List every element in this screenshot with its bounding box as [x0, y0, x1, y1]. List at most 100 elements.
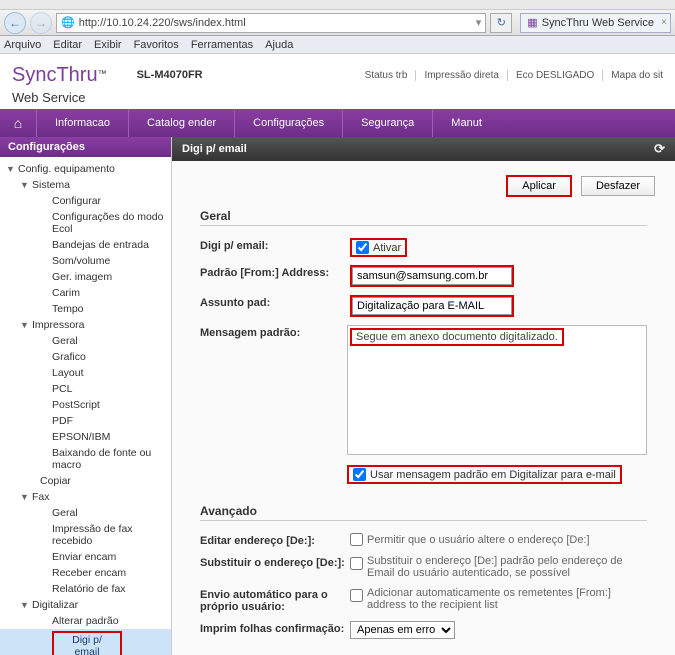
ativar-checkbox-wrap[interactable]: Ativar [356, 241, 401, 254]
tree-fax-geral[interactable]: Geral [0, 505, 171, 521]
assunto-label: Assunto pad: [200, 295, 350, 309]
sidebar-title: Configurações [0, 137, 171, 157]
undo-button[interactable]: Desfazer [581, 176, 655, 196]
tree-pcl[interactable]: PCL [0, 381, 171, 397]
forward-button[interactable]: → [30, 12, 52, 34]
tree-digitalizar[interactable]: ▼Digitalizar [0, 597, 171, 613]
logo-subtitle: Web Service [12, 90, 85, 105]
nav-home[interactable]: ⌂ [0, 109, 36, 137]
nav-config[interactable]: Configurações [234, 109, 342, 137]
addr-dropdown-icon[interactable]: ▾ [476, 16, 482, 29]
config-tree: ▼Config. equipamento ▼Sistema Configurar… [0, 157, 171, 655]
link-status[interactable]: Status trb [357, 70, 408, 81]
tab-favicon: ▦ [527, 16, 537, 29]
browser-toolbar: ← → 🌐 http://10.10.24.220/sws/index.html… [0, 10, 675, 36]
from-label: Padrão [From:] Address: [200, 265, 350, 279]
link-eco[interactable]: Eco DESLIGADO [507, 70, 594, 81]
subst-addr-checkbox[interactable] [350, 557, 363, 570]
tree-fax-recv[interactable]: Receber encam [0, 565, 171, 581]
tree-geral[interactable]: Geral [0, 333, 171, 349]
msg-textarea[interactable]: Segue em anexo documento digitalizado. [347, 325, 647, 455]
assunto-input[interactable] [352, 297, 512, 315]
link-direct-print[interactable]: Impressão direta [415, 70, 498, 81]
browser-tab-strip [0, 0, 675, 10]
menu-exibir[interactable]: Exibir [94, 39, 122, 51]
menu-ajuda[interactable]: Ajuda [265, 39, 293, 51]
tree-impressora[interactable]: ▼Impressora [0, 317, 171, 333]
apply-button[interactable]: Aplicar [506, 175, 572, 197]
tree-root[interactable]: ▼Config. equipamento [0, 161, 171, 177]
expand-icon: ▼ [6, 164, 18, 174]
back-button[interactable]: ← [4, 12, 26, 34]
subst-addr-text: Substituir o endereço [De:] padrão pelo … [367, 555, 647, 579]
tree-eco[interactable]: Configurações do modo Ecol [0, 209, 171, 237]
assunto-highlight [350, 295, 514, 317]
subst-addr-label: Substituir o endereço [De:]: [200, 555, 350, 569]
tree-grafico[interactable]: Grafico [0, 349, 171, 365]
expand-icon: ▼ [20, 600, 32, 610]
tree-alterar-padrao[interactable]: Alterar padrão [0, 613, 171, 629]
ativar-label: Ativar [373, 242, 401, 254]
refresh-icon[interactable]: ⟳ [654, 141, 665, 157]
from-highlight [350, 265, 514, 287]
edit-addr-checkbox[interactable] [350, 533, 363, 546]
ativar-checkbox[interactable] [356, 241, 369, 254]
logo-main: SyncThru [12, 64, 98, 86]
logo: SyncThru™ [12, 64, 107, 87]
expand-icon: ▼ [20, 320, 32, 330]
edit-addr-text: Permitir que o usuário altere o endereço… [367, 534, 590, 546]
menu-arquivo[interactable]: Arquivo [4, 39, 41, 51]
edit-addr-label: Editar endereço [De:]: [200, 533, 350, 547]
tree-imagem[interactable]: Ger. imagem [0, 269, 171, 285]
tree-fax-print[interactable]: Impressão de fax recebido [0, 521, 171, 549]
menu-editar[interactable]: Editar [53, 39, 82, 51]
tree-fax[interactable]: ▼Fax [0, 489, 171, 505]
tree-som[interactable]: Som/volume [0, 253, 171, 269]
auto-send-checkbox[interactable] [350, 589, 363, 602]
nav-security[interactable]: Segurança [342, 109, 432, 137]
menu-ferramentas[interactable]: Ferramentas [191, 39, 253, 51]
browser-tab[interactable]: ▦ SyncThru Web Service × [520, 13, 671, 33]
link-sitemap[interactable]: Mapa do sit [602, 70, 663, 81]
globe-icon: 🌐 [61, 16, 75, 29]
from-input[interactable] [352, 267, 512, 285]
tree-sistema[interactable]: ▼Sistema [0, 177, 171, 193]
url-text: http://10.10.24.220/sws/index.html [79, 17, 246, 29]
main-panel: Digi p/ email ⟳ Aplicar Desfazer Geral D… [172, 137, 675, 655]
top-links: Status trb Impressão direta Eco DESLIGAD… [357, 70, 663, 81]
section-geral: Geral Digi p/ email: Ativar Padrão [From… [172, 203, 675, 498]
ativar-highlight: Ativar [350, 238, 407, 257]
address-bar[interactable]: 🌐 http://10.10.24.220/sws/index.html ▾ [56, 13, 486, 33]
geral-title: Geral [200, 209, 647, 226]
tree-fonte[interactable]: Baixando de fonte ou macro [0, 445, 171, 473]
trademark-icon: ™ [98, 68, 107, 78]
tab-title: SyncThru Web Service [542, 17, 654, 29]
panel-title: Digi p/ email [182, 143, 247, 155]
reload-button[interactable]: ↻ [490, 13, 512, 33]
tree-digi-email-label: Digi p/ email [52, 631, 122, 655]
tree-configurar[interactable]: Configurar [0, 193, 171, 209]
tree-postscript[interactable]: PostScript [0, 397, 171, 413]
tree-bandejas[interactable]: Bandejas de entrada [0, 237, 171, 253]
nav-info[interactable]: Informacao [36, 109, 128, 137]
tree-fax-send[interactable]: Enviar encam [0, 549, 171, 565]
conf-select[interactable]: Apenas em erro [350, 621, 455, 639]
msg-label: Mensagem padrão: [200, 325, 347, 339]
expand-icon: ▼ [20, 180, 32, 190]
tree-pdf[interactable]: PDF [0, 413, 171, 429]
page-header: SyncThru™ SL-M4070FR Status trb Impressã… [0, 54, 675, 90]
use-default-label: Usar mensagem padrão em Digitalizar para… [370, 469, 616, 481]
use-default-wrap[interactable]: Usar mensagem padrão em Digitalizar para… [353, 468, 616, 481]
tree-carim[interactable]: Carim [0, 285, 171, 301]
tree-copiar[interactable]: Copiar [0, 473, 171, 489]
tree-fax-report[interactable]: Relatório de fax [0, 581, 171, 597]
tree-tempo[interactable]: Tempo [0, 301, 171, 317]
use-default-checkbox[interactable] [353, 468, 366, 481]
nav-catalog[interactable]: Catalog ender [128, 109, 234, 137]
tree-epson[interactable]: EPSON/IBM [0, 429, 171, 445]
nav-maint[interactable]: Manut [432, 109, 500, 137]
menu-favoritos[interactable]: Favoritos [134, 39, 179, 51]
expand-icon: ▼ [20, 492, 32, 502]
tree-layout[interactable]: Layout [0, 365, 171, 381]
close-icon[interactable]: × [661, 17, 667, 28]
